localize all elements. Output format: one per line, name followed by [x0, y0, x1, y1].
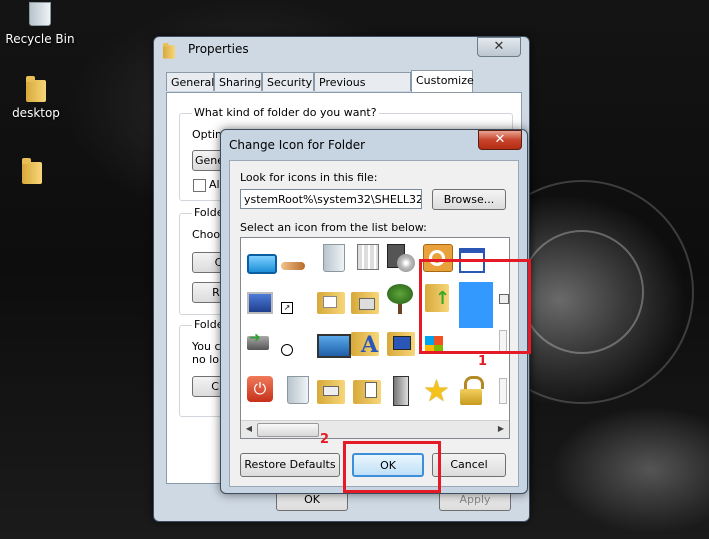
dialog-title: Change Icon for Folder [229, 138, 366, 152]
network-folder-icon[interactable] [317, 288, 347, 318]
wallpaper-ring-inner [520, 230, 644, 354]
restore-defaults-button[interactable]: Restore Defaults [240, 453, 340, 477]
network-folder-icon[interactable] [317, 376, 347, 406]
full-recycle-bin-icon[interactable] [283, 376, 313, 406]
monitor-icon[interactable] [317, 330, 351, 360]
annotation-number-1: 1 [478, 354, 488, 369]
folder-icon [26, 76, 46, 102]
computer-icon[interactable] [247, 288, 277, 318]
computer-folder-icon[interactable] [387, 328, 417, 358]
shortcut-arrow-icon[interactable]: ↗ [281, 302, 311, 332]
tab-security[interactable]: Security [262, 72, 314, 91]
desktop-icon-label: Recycle Bin [5, 32, 75, 46]
icon-list-label: Select an icon from the list below: [240, 221, 427, 234]
window-title: Properties [188, 42, 249, 56]
doc-folder-icon[interactable] [353, 376, 383, 406]
shutdown-icon[interactable]: ⏻ [247, 376, 277, 406]
star-icon[interactable]: ★ [423, 377, 453, 408]
recycle-bin-icon [29, 2, 51, 26]
scroll-left-arrow[interactable]: ◀ [242, 423, 256, 435]
cd-drive-icon[interactable] [387, 244, 417, 274]
folder-type-label: What kind of folder do you want? [192, 106, 379, 119]
desktop-icon-desktop-folder[interactable]: desktop [0, 76, 76, 120]
calculator-icon[interactable] [353, 244, 383, 274]
folder-icons-text: You c [192, 340, 221, 353]
cancel-button[interactable]: Cancel [432, 453, 506, 477]
partial-icon[interactable] [499, 378, 509, 408]
lock-icon[interactable] [457, 376, 487, 406]
look-for-label: Look for icons in this file: [240, 171, 378, 184]
properties-titlebar[interactable]: Properties ✕ [154, 37, 529, 63]
horizontal-scrollbar[interactable]: ◀ ▶ [241, 420, 509, 438]
green-arrow-disk-icon[interactable]: ➜ [247, 330, 277, 360]
desktop-icon-label: desktop [12, 106, 60, 120]
clock-icon[interactable] [281, 344, 311, 374]
folder-icon [22, 158, 42, 184]
scrollbar-thumb[interactable] [257, 423, 319, 437]
font-folder-icon[interactable]: A [351, 328, 381, 358]
printer-folder-icon[interactable] [351, 288, 381, 318]
icon-file-input[interactable]: ystemRoot%\system32\SHELL32.dll [240, 189, 422, 209]
annotation-box-2 [343, 441, 441, 493]
recycle-bin-icon[interactable] [319, 244, 349, 274]
tree-icon[interactable] [387, 284, 417, 314]
tab-general[interactable]: General [166, 72, 214, 91]
annotation-box-1 [419, 259, 531, 354]
close-button[interactable]: ✕ [477, 37, 521, 57]
annotation-number-2: 2 [320, 432, 330, 447]
tab-sharing[interactable]: Sharing [214, 72, 262, 91]
shortcut-hand-icon[interactable] [281, 248, 311, 278]
control-panel-icon[interactable] [247, 248, 277, 278]
desktop-icon-folder[interactable] [0, 158, 72, 188]
close-button[interactable]: ✕ [478, 130, 522, 150]
server-icon[interactable] [387, 376, 417, 406]
browse-button[interactable]: Browse... [432, 189, 506, 210]
desktop-icon-recycle-bin[interactable]: Recycle Bin [0, 0, 80, 46]
tab-previous-versions[interactable]: Previous Versions [314, 72, 411, 108]
scroll-right-arrow[interactable]: ▶ [494, 423, 508, 435]
also-apply-checkbox[interactable] [193, 179, 206, 192]
tab-customize[interactable]: Customize [411, 70, 474, 92]
folder-icon [163, 43, 175, 59]
